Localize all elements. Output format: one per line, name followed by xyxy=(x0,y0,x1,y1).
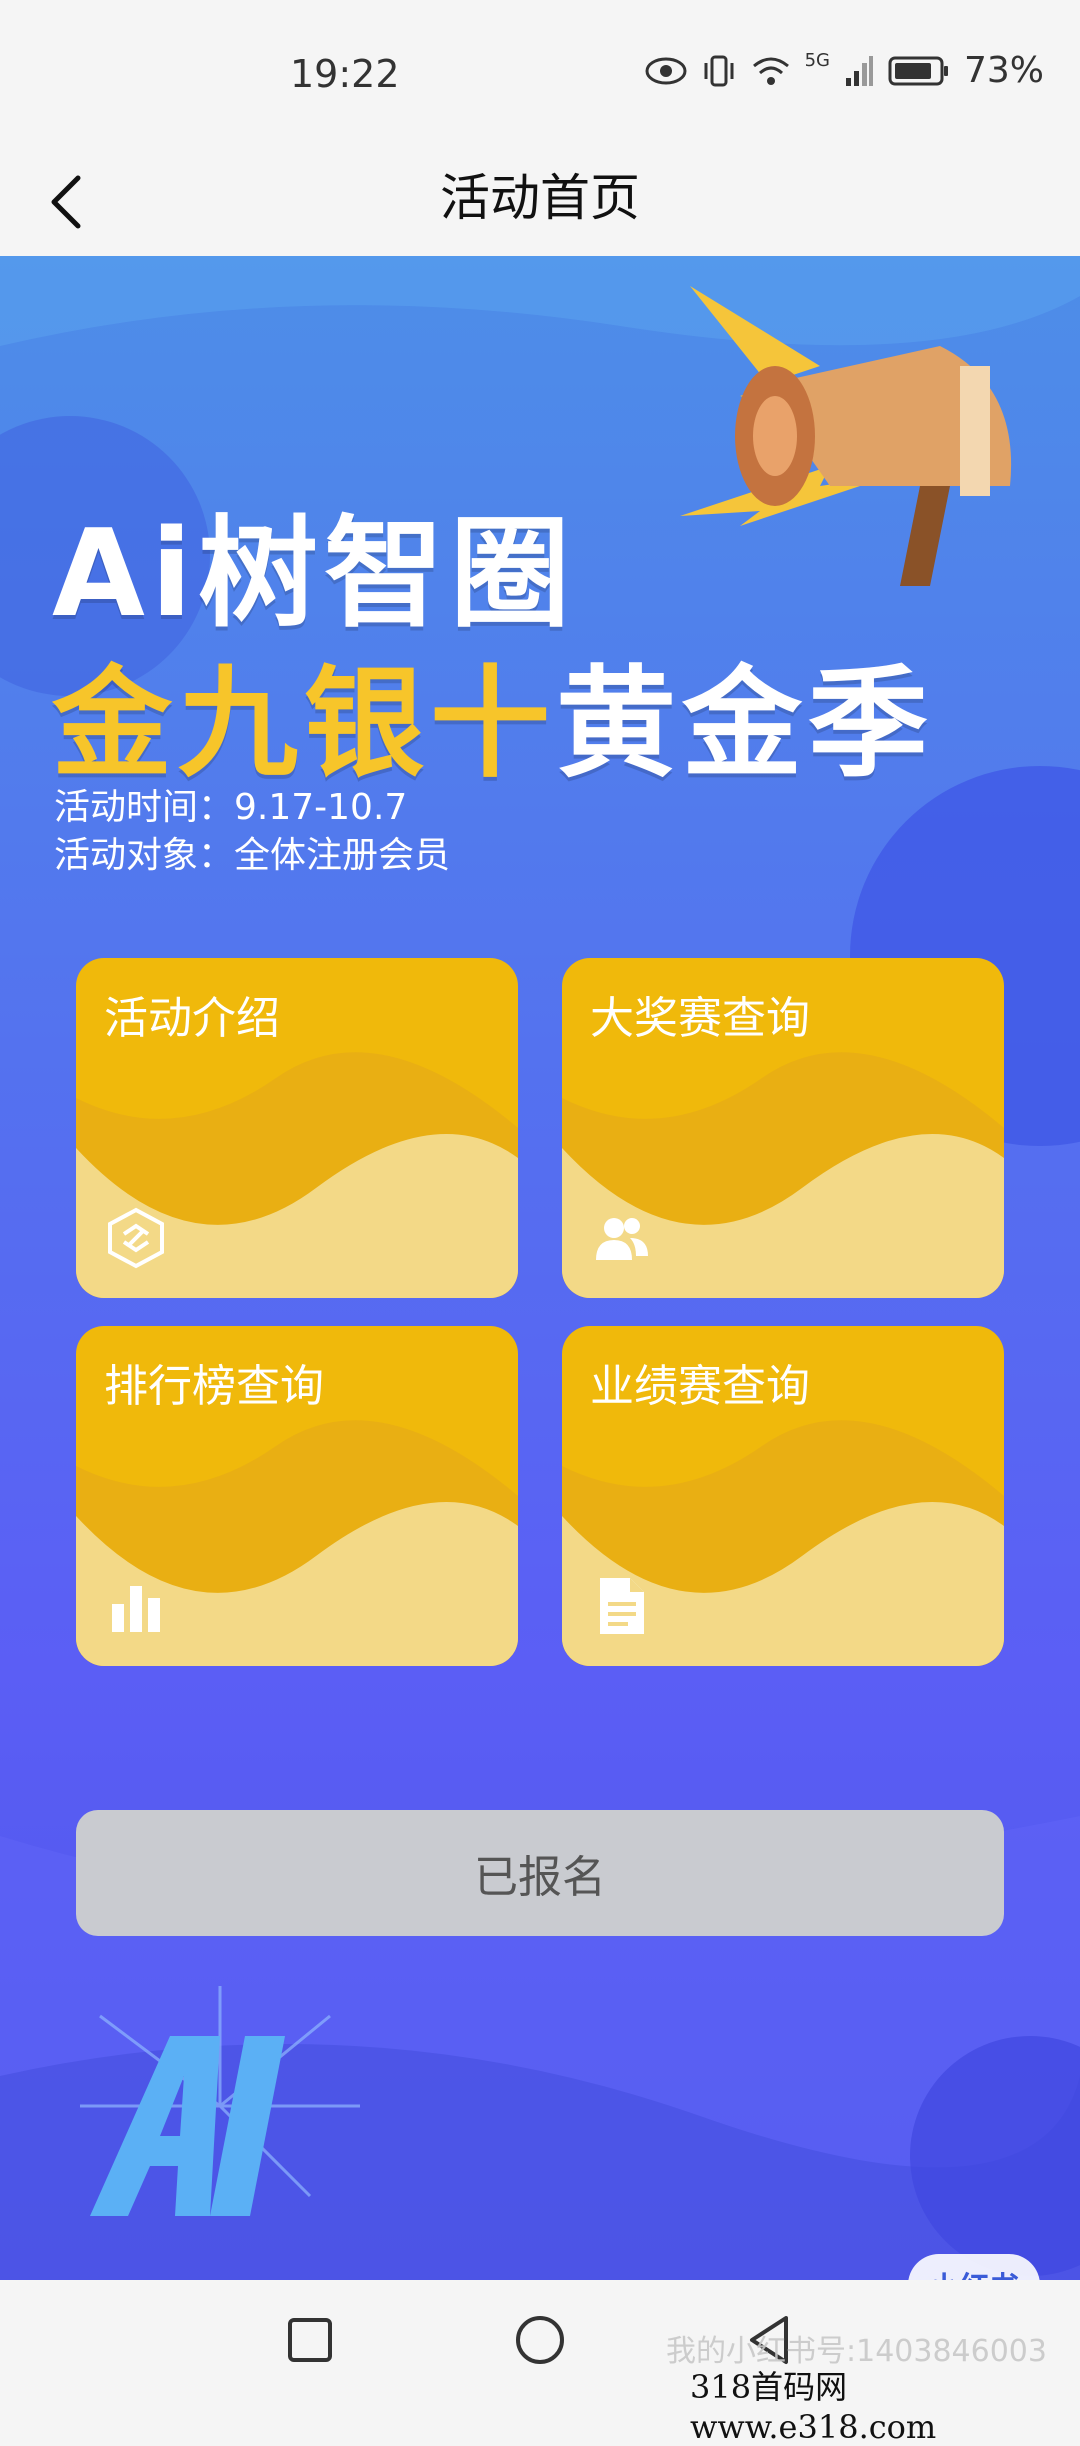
bar-chart-icon xyxy=(112,1586,160,1632)
system-nav-bar: 我的小红书号:1403846003 318首码网 www.e318.com xyxy=(0,2280,1080,2446)
activity-time: 活动时间：9.17-10.7 xyxy=(54,787,408,828)
card-label: 活动介绍 xyxy=(104,993,280,1044)
status-time: 19:22 xyxy=(290,52,400,96)
xiaohongshu-badge: 小红书 xyxy=(908,2254,1040,2280)
banner-slogan-white: 黄金季 xyxy=(556,655,934,794)
watermark-site: 318首码网 www.e318.com xyxy=(690,2368,937,2446)
banner-brand: Ai树智圈 xyxy=(52,505,577,644)
card-grand-prize-query[interactable]: 大奖赛查询 xyxy=(562,958,1004,1298)
wifi-icon xyxy=(752,57,789,85)
activity-page: Ai树智圈 金九银十黄金季 活动时间：9.17-10.7 活动对象：全体注册会员… xyxy=(0,256,1080,2280)
vibrate-icon xyxy=(704,55,734,86)
activity-target: 活动对象：全体注册会员 xyxy=(54,835,451,876)
users-icon xyxy=(596,1218,648,1260)
link-hexagon-icon xyxy=(108,1207,164,1269)
card-label: 排行榜查询 xyxy=(104,1361,324,1412)
card-label: 业绩赛查询 xyxy=(590,1361,810,1412)
status-bar: 19:22 5G 73% xyxy=(0,0,1080,150)
megaphone-icon xyxy=(680,286,1012,586)
signed-up-button[interactable]: 已报名 xyxy=(76,1810,1004,1936)
signal-icon xyxy=(845,55,873,86)
network-type: 5G xyxy=(804,50,830,71)
card-label: 大奖赛查询 xyxy=(590,993,810,1044)
eye-icon xyxy=(645,57,687,84)
page-title: 活动首页 xyxy=(440,169,640,227)
status-icons: 5G 73% xyxy=(645,50,1044,91)
battery-icon xyxy=(888,56,948,85)
recent-apps-icon[interactable] xyxy=(280,2310,340,2370)
home-icon[interactable] xyxy=(510,2310,570,2370)
card-ranking-query[interactable]: 排行榜查询 xyxy=(76,1326,518,1666)
card-performance-query[interactable]: 业绩赛查询 xyxy=(562,1326,1004,1666)
banner-slogan: 金九银十黄金季 xyxy=(52,626,934,800)
battery-percent: 73% xyxy=(963,50,1044,91)
document-icon xyxy=(600,1578,644,1634)
card-activity-intro[interactable]: 活动介绍 xyxy=(76,958,518,1298)
banner-slogan-gold: 金九银十 xyxy=(52,655,556,794)
ai-logo-art xyxy=(80,1986,360,2216)
app-header: 活动首页 xyxy=(0,150,1080,256)
